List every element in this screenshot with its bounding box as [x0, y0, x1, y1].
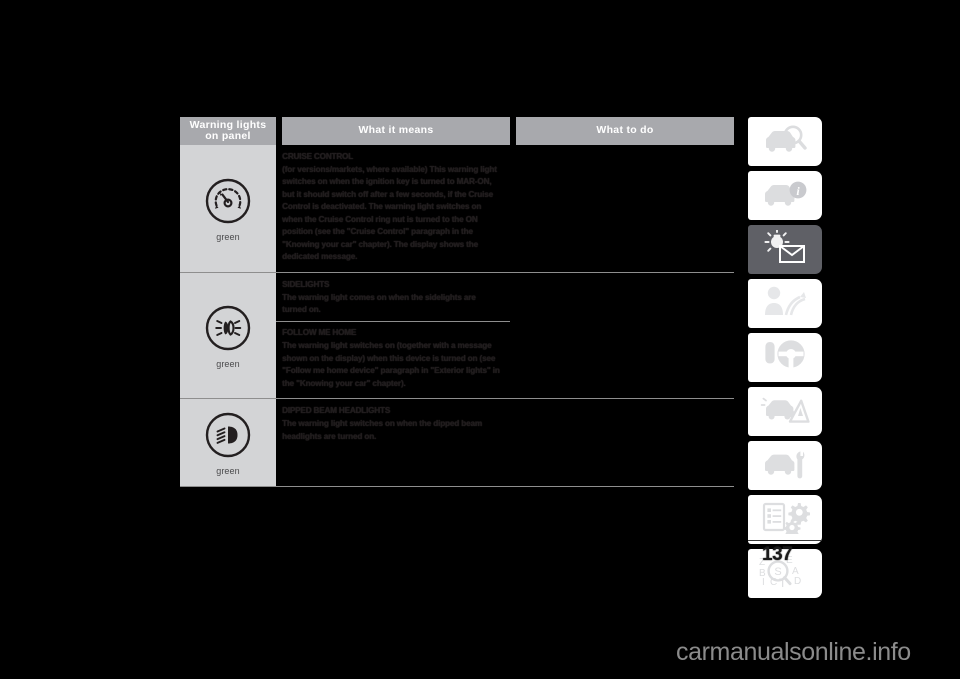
- dipped-beam-headlights-icon: [204, 411, 252, 459]
- site-watermark: carmanualsonline.info: [676, 638, 911, 666]
- warning-light-mail-icon: [760, 229, 810, 269]
- warning-light-icon-cell: green: [180, 272, 276, 399]
- tab-specifications[interactable]: [748, 495, 822, 544]
- tab-car-service[interactable]: [748, 441, 822, 490]
- column-header-warning-lights: Warning lights on panel: [180, 117, 276, 145]
- what-to-do-cell: [510, 399, 734, 487]
- svg-text:S: S: [774, 566, 781, 578]
- warning-light-icon-cell: green: [180, 145, 276, 272]
- what-it-means-cell: SIDELIGHTS The warning light comes on wh…: [276, 272, 510, 399]
- warning-light-icon-cell: green: [180, 399, 276, 487]
- tab-accident-warning[interactable]: [748, 387, 822, 436]
- block-heading: FOLLOW ME HOME: [282, 328, 357, 338]
- tab-car-inspect[interactable]: [748, 117, 822, 166]
- tab-emergency[interactable]: [748, 279, 822, 328]
- block-heading: SIDELIGHTS: [282, 279, 330, 289]
- page-number: 137: [762, 544, 793, 565]
- tab-car-info[interactable]: i: [748, 171, 822, 220]
- warning-light-color-label: green: [216, 358, 240, 369]
- block-body: The warning light switches on (together …: [282, 341, 500, 388]
- car-service-icon: [760, 447, 810, 484]
- page-number-rule: [748, 540, 822, 541]
- block-body: (for versions/markets, where available) …: [282, 164, 497, 262]
- block-body: The warning light comes on when the side…: [282, 292, 476, 314]
- table-row: green SIDELIGHTS The warning light comes…: [180, 272, 734, 400]
- cruise-control-icon: [204, 177, 252, 225]
- column-header-what-to-do: What to do: [516, 117, 734, 145]
- table-header-row: Warning lights on panel What it means Wh…: [180, 117, 734, 145]
- svg-text:D: D: [794, 576, 801, 587]
- inner-divider: [276, 321, 510, 323]
- what-to-do-cell: [510, 145, 734, 272]
- svg-text:I: I: [762, 577, 765, 588]
- car-inspect-icon: [760, 123, 810, 160]
- warning-lights-table: Warning lights on panel What it means Wh…: [180, 117, 734, 488]
- specifications-gears-icon: [760, 500, 811, 539]
- steering-wheel-icon: [760, 338, 810, 377]
- emergency-person-icon: [760, 284, 810, 323]
- table-row: green CRUISE CONTROL (for versions/marke…: [180, 145, 734, 273]
- warning-light-color-label: green: [216, 231, 240, 242]
- tab-warning-lights[interactable]: [748, 225, 822, 274]
- manual-page: Warning lights on panel What it means Wh…: [0, 0, 960, 679]
- sidelights-icon: [204, 304, 252, 352]
- warning-light-color-label: green: [216, 466, 240, 477]
- block-heading: CRUISE CONTROL: [282, 152, 353, 161]
- accident-warning-icon: [760, 392, 810, 431]
- chapter-tab-rail: i Z B I C T E A D S: [748, 117, 822, 603]
- what-it-means-cell: CRUISE CONTROL (for versions/markets, wh…: [276, 145, 510, 272]
- what-it-means-cell: DIPPED BEAM HEADLIGHTS The warning light…: [276, 399, 510, 487]
- table-row: green DIPPED BEAM HEADLIGHTS The warning…: [180, 399, 734, 488]
- block-heading: DIPPED BEAM HEADLIGHTS: [282, 406, 390, 416]
- block-body: The warning light switches on when the d…: [282, 419, 482, 441]
- column-header-what-it-means: What it means: [282, 117, 510, 145]
- car-info-icon: i: [760, 177, 810, 214]
- what-to-do-cell: [510, 272, 734, 399]
- tab-steering-wheel[interactable]: [748, 333, 822, 382]
